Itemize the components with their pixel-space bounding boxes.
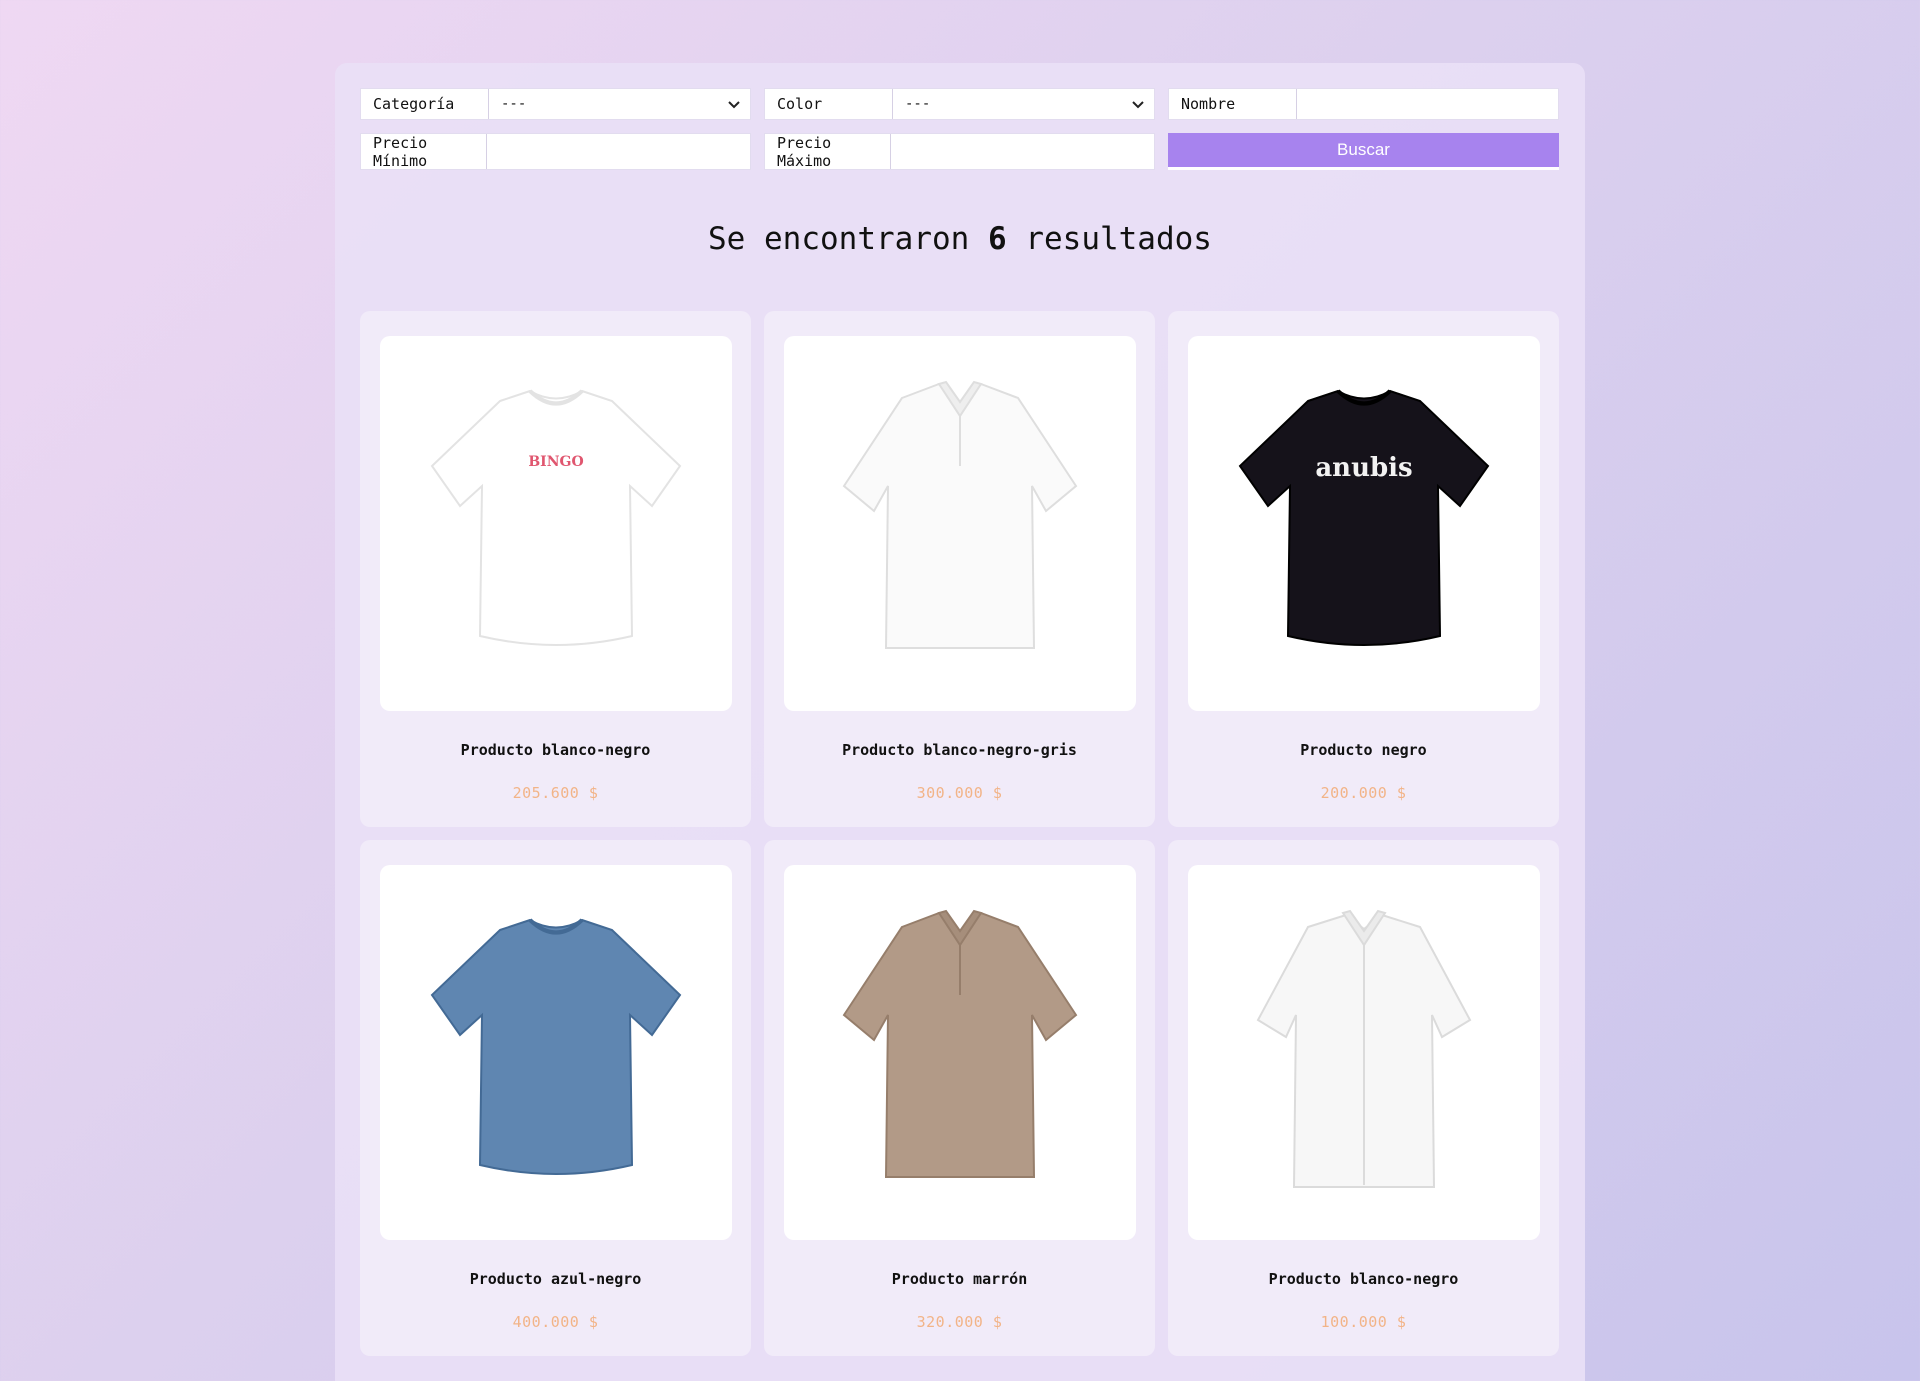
price-min-input[interactable] [487, 134, 750, 169]
product-image[interactable]: BINGO [380, 336, 732, 711]
name-label: Nombre [1169, 89, 1297, 119]
product-name[interactable]: Producto blanco-negro-gris [764, 741, 1155, 759]
product-card[interactable]: anubis Producto negro 200.000 $ [1168, 311, 1559, 827]
color-select-value: --- [905, 96, 931, 112]
price-min-filter[interactable]: Precio Mínimo [360, 133, 751, 170]
shirt-illustration [842, 380, 1078, 649]
product-price: 300.000 $ [916, 784, 1003, 802]
results-suffix: resultados [1025, 221, 1212, 257]
product-price: 205.600 $ [512, 784, 599, 802]
color-select[interactable]: --- [893, 89, 1154, 119]
product-card[interactable]: Producto blanco-negro-gris 300.000 $ [764, 311, 1155, 827]
shirt-body [430, 918, 682, 1175]
product-image[interactable] [380, 865, 732, 1240]
product-image[interactable] [1188, 865, 1540, 1240]
product-name[interactable]: Producto blanco-negro [1168, 1270, 1559, 1288]
shirt-body [1238, 389, 1490, 646]
color-label: Color [765, 89, 893, 119]
filter-form: Categoría --- Color --- Nombre Precio Mí… [360, 88, 1560, 170]
product-card[interactable]: Producto azul-negro 400.000 $ [360, 840, 751, 1356]
price-min-label: Precio Mínimo [361, 134, 487, 170]
price-max-label: Precio Máximo [765, 134, 891, 170]
product-image[interactable]: anubis [1188, 336, 1540, 711]
category-label: Categoría [361, 89, 489, 119]
shirt-print: BINGO [528, 454, 583, 470]
product-card[interactable]: BINGO Producto blanco-negro 205.600 $ [360, 311, 751, 827]
product-name[interactable]: Producto blanco-negro [360, 741, 751, 759]
product-price: 100.000 $ [1320, 1313, 1407, 1331]
product-name[interactable]: Producto negro [1168, 741, 1559, 759]
results-count: 6 [987, 221, 1007, 257]
product-grid: BINGO Producto blanco-negro 205.600 $ Pr… [360, 311, 1559, 1356]
price-max-filter[interactable]: Precio Máximo [764, 133, 1155, 170]
results-prefix: Se encontraron [708, 221, 970, 257]
product-card[interactable]: Producto marrón 320.000 $ [764, 840, 1155, 1356]
category-select-value: --- [501, 96, 527, 112]
search-button[interactable]: Buscar [1168, 133, 1559, 170]
shirt-illustration [842, 909, 1078, 1178]
category-filter[interactable]: Categoría --- [360, 88, 751, 120]
chevron-down-icon [1132, 101, 1144, 109]
color-filter[interactable]: Color --- [764, 88, 1155, 120]
shirt-illustration [430, 918, 682, 1175]
product-name[interactable]: Producto marrón [764, 1270, 1155, 1288]
product-price: 400.000 $ [512, 1313, 599, 1331]
shirt-illustration: anubis [1238, 389, 1490, 646]
chevron-down-icon [728, 101, 740, 109]
price-max-input[interactable] [891, 134, 1154, 169]
product-price: 320.000 $ [916, 1313, 1003, 1331]
results-heading: Se encontraron 6 resultados [335, 221, 1585, 257]
search-panel: Categoría --- Color --- Nombre Precio Mí… [335, 63, 1585, 1381]
product-image[interactable] [784, 865, 1136, 1240]
shirt-illustration: BINGO [430, 389, 682, 646]
product-card[interactable]: Producto blanco-negro 100.000 $ [1168, 840, 1559, 1356]
category-select[interactable]: --- [489, 89, 750, 119]
name-input[interactable] [1297, 89, 1558, 119]
shirt-body [430, 389, 682, 646]
product-price: 200.000 $ [1320, 784, 1407, 802]
shirt-illustration [1256, 909, 1472, 1188]
product-name[interactable]: Producto azul-negro [360, 1270, 751, 1288]
name-filter[interactable]: Nombre [1168, 88, 1559, 120]
shirt-print: anubis [1315, 453, 1412, 483]
product-image[interactable] [784, 336, 1136, 711]
